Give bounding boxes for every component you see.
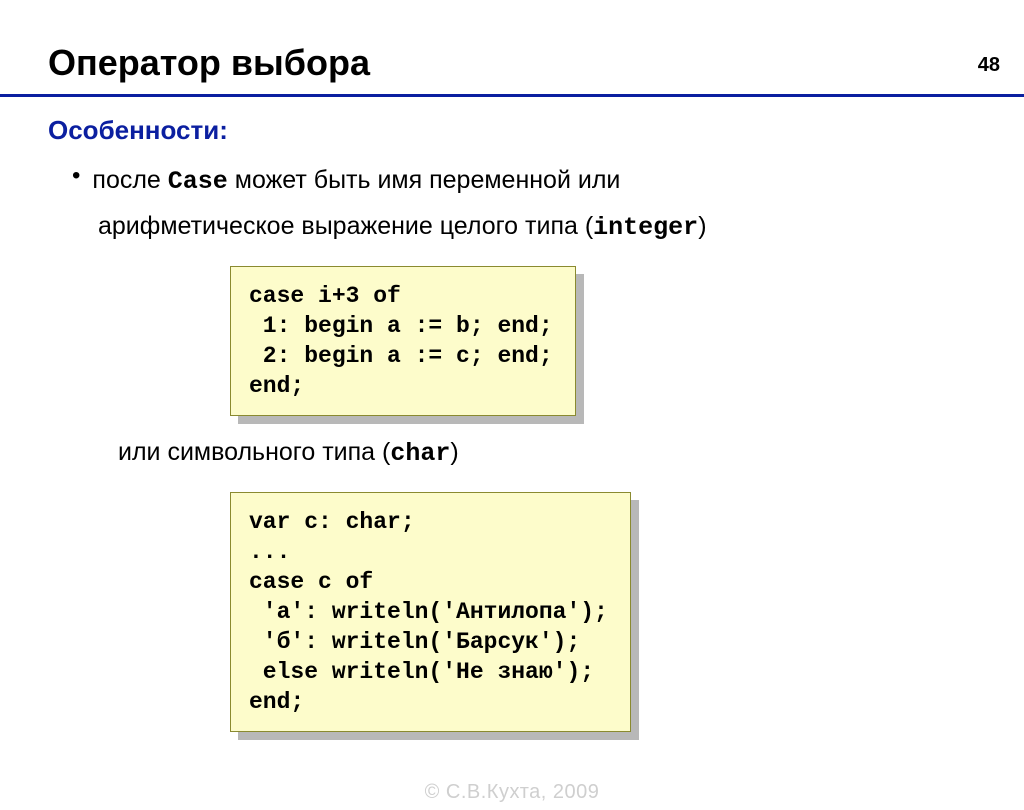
code-inline-case: Case — [168, 167, 228, 196]
bullet-point: • после Case может быть имя переменной и… — [72, 162, 1024, 200]
bullet-line-2: арифметическое выражение целого типа (in… — [98, 206, 1024, 248]
code-inline-integer: integer — [593, 213, 698, 242]
code-block-2-wrap: var c: char; ... case c of 'а': writeln(… — [230, 492, 631, 732]
text-segment: или символьного типа ( — [118, 438, 390, 466]
bullet-line-1: после Case может быть имя переменной или — [92, 162, 620, 200]
text-segment: ) — [450, 438, 458, 466]
bullet-dot-icon: • — [72, 162, 80, 190]
title-divider — [0, 94, 1024, 97]
footer-copyright: © С.В.Кухта, 2009 — [0, 781, 1024, 804]
text-segment: арифметическое выражение целого типа ( — [98, 212, 593, 240]
page-number: 48 — [978, 54, 1000, 77]
slide-title: Оператор выбора — [48, 42, 1024, 84]
code-inline-char: char — [390, 439, 450, 468]
between-text: или символьного типа (char) — [118, 438, 1024, 468]
text-segment: может быть имя переменной или — [228, 166, 621, 194]
code-block-1-wrap: case i+3 of 1: begin a := b; end; 2: beg… — [230, 266, 576, 416]
code-block-2: var c: char; ... case c of 'а': writeln(… — [230, 492, 631, 732]
code-block-1: case i+3 of 1: begin a := b; end; 2: beg… — [230, 266, 576, 416]
section-heading: Особенности: — [48, 115, 1024, 146]
text-segment: после — [92, 166, 167, 194]
text-segment: ) — [698, 212, 706, 240]
